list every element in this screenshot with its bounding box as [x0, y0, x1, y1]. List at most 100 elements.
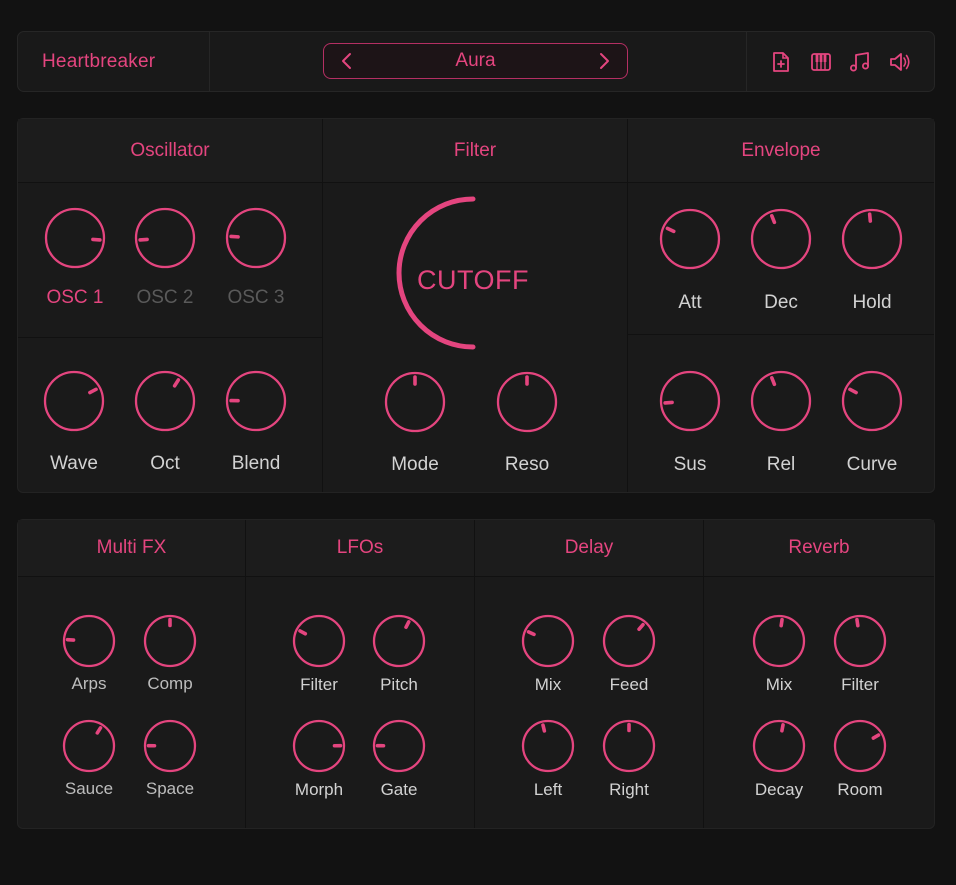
osc-2-knob[interactable] — [133, 206, 197, 270]
reverb-room-knob[interactable] — [832, 718, 888, 774]
lfo-morph-knob[interactable] — [291, 718, 347, 774]
knob-ring — [752, 719, 806, 773]
knob-ring — [602, 614, 656, 668]
arps-knob[interactable] — [61, 613, 117, 669]
section-title-filter: Filter — [323, 119, 627, 183]
knob-ring — [750, 370, 812, 432]
cutoff-label: CUTOFF — [417, 265, 529, 295]
wave-knob[interactable] — [42, 369, 106, 433]
knob-indicator — [848, 387, 858, 395]
section-title-reverb: Reverb — [704, 520, 934, 577]
knob-indicator — [88, 387, 98, 395]
osc-1-knob[interactable] — [43, 206, 107, 270]
knob-indicator — [404, 620, 411, 629]
mode-knob[interactable] — [383, 370, 447, 434]
music-note-icon[interactable] — [847, 49, 873, 75]
delay-feed-knob[interactable] — [601, 613, 657, 669]
divider — [474, 520, 475, 828]
synth-window: Heartbreaker Aura Oscillator Filter Enve… — [0, 0, 956, 885]
delay-feed-label: Feed — [609, 675, 649, 694]
section-title-envelope: Envelope — [628, 119, 934, 183]
divider — [18, 337, 322, 338]
divider — [703, 520, 704, 828]
section-title-oscillator: Oscillator — [18, 119, 322, 183]
sus-knob[interactable] — [658, 369, 722, 433]
lfo-gate-label: Gate — [380, 780, 418, 799]
att-knob[interactable] — [658, 207, 722, 271]
speaker-icon[interactable] — [887, 49, 913, 75]
knob-ring — [750, 208, 812, 270]
space-knob[interactable] — [142, 718, 198, 774]
knob-indicator — [871, 733, 881, 740]
divider — [628, 334, 934, 335]
knob-ring — [43, 370, 105, 432]
knob-ring — [659, 208, 721, 270]
knob-indicator — [637, 622, 645, 632]
blend-knob[interactable] — [224, 369, 288, 433]
knob-indicator — [138, 237, 149, 242]
delay-right-label: Right — [609, 780, 649, 799]
knob-ring — [292, 614, 346, 668]
piano-keys-icon[interactable] — [808, 49, 834, 75]
dec-knob[interactable] — [749, 207, 813, 271]
osc-3-knob[interactable] — [224, 206, 288, 270]
osc-3-label[interactable]: OSC 3 — [201, 287, 311, 309]
curve-knob[interactable] — [840, 369, 904, 433]
curve-label: Curve — [846, 454, 898, 475]
delay-left-knob[interactable] — [520, 718, 576, 774]
comp-label: Comp — [147, 674, 193, 693]
knob-indicator — [665, 226, 676, 234]
knob-indicator — [779, 617, 784, 628]
knob-ring — [841, 208, 903, 270]
knob-ring — [752, 614, 806, 668]
delay-mix-knob[interactable] — [520, 613, 576, 669]
mode-label: Mode — [391, 454, 439, 475]
blend-label: Blend — [231, 453, 281, 474]
lfo-gate-knob[interactable] — [371, 718, 427, 774]
section-title-lfos: LFOs — [246, 520, 474, 577]
knob-indicator — [770, 376, 777, 387]
knob-indicator — [855, 617, 860, 628]
lfo-pitch-label: Pitch — [380, 675, 418, 694]
divider — [627, 119, 628, 492]
knob-indicator — [91, 237, 102, 242]
knob-ring — [62, 719, 116, 773]
section-title-multifx: Multi FX — [18, 520, 245, 577]
lfo-filter-knob[interactable] — [291, 613, 347, 669]
reverb-mix-knob[interactable] — [751, 613, 807, 669]
app-title: Heartbreaker — [18, 32, 210, 91]
delay-right-knob[interactable] — [601, 718, 657, 774]
reso-label: Reso — [504, 454, 550, 475]
knob-ring — [833, 614, 887, 668]
knob-ring — [521, 719, 575, 773]
reso-knob[interactable] — [495, 370, 559, 434]
comp-knob[interactable] — [142, 613, 198, 669]
knob-ring — [521, 614, 575, 668]
preset-selector[interactable]: Aura — [323, 43, 628, 79]
preset-name[interactable]: Aura — [455, 50, 495, 72]
knob-indicator — [867, 212, 873, 223]
knob-indicator — [663, 400, 674, 405]
reverb-decay-knob[interactable] — [751, 718, 807, 774]
knob-ring — [372, 614, 426, 668]
chevron-right-icon[interactable] — [595, 52, 613, 70]
knob-ring — [833, 719, 887, 773]
knob-ring — [134, 370, 196, 432]
knob-ring — [841, 370, 903, 432]
reverb-room-label: Room — [837, 780, 883, 799]
lfo-pitch-knob[interactable] — [371, 613, 427, 669]
oct-knob[interactable] — [133, 369, 197, 433]
knob-indicator — [780, 723, 785, 733]
divider — [245, 520, 246, 828]
reverb-filter-knob[interactable] — [832, 613, 888, 669]
sauce-knob[interactable] — [61, 718, 117, 774]
knob-indicator — [526, 630, 536, 637]
new-file-icon[interactable] — [768, 49, 794, 75]
knob-indicator — [95, 726, 103, 735]
reverb-filter-label: Filter — [841, 675, 879, 694]
hold-knob[interactable] — [840, 207, 904, 271]
hold-label: Hold — [852, 292, 892, 313]
chevron-left-icon[interactable] — [338, 52, 356, 70]
knob-indicator — [541, 723, 547, 733]
rel-knob[interactable] — [749, 369, 813, 433]
